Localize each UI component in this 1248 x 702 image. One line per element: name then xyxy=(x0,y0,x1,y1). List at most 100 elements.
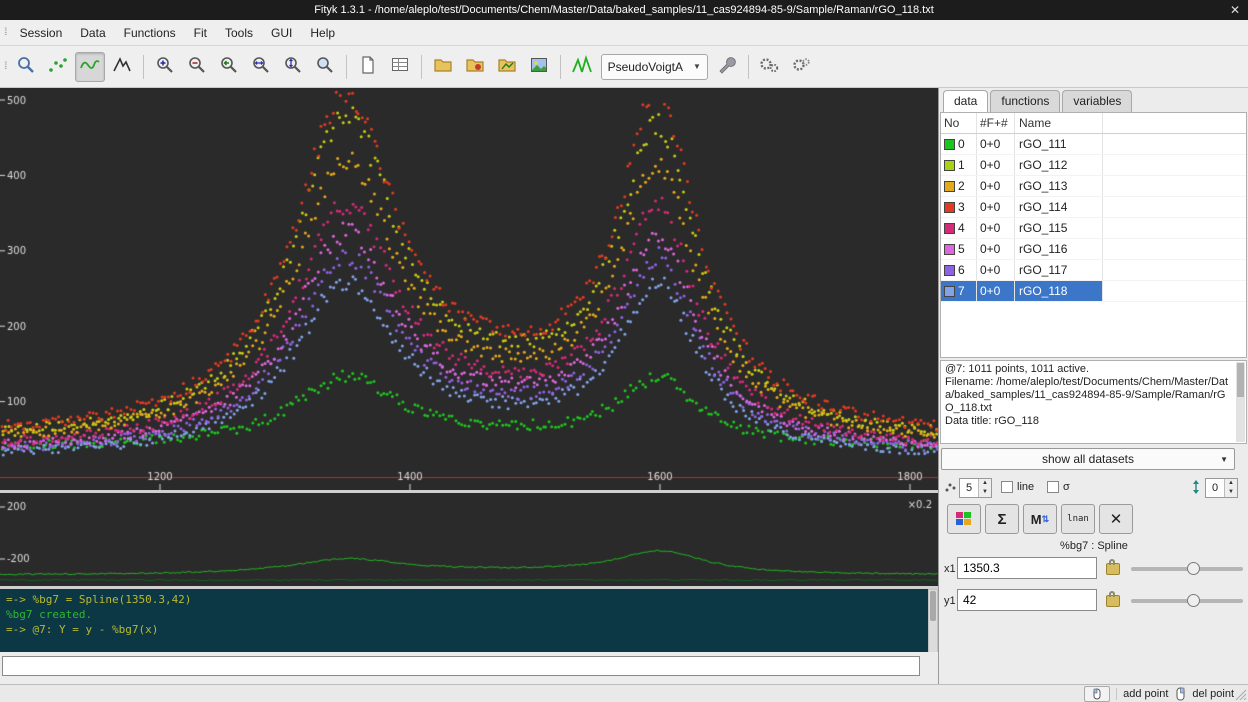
dataset-name: rGO_112 xyxy=(1015,155,1103,175)
y1-slider[interactable] xyxy=(1131,599,1243,603)
auto-add-peak-button[interactable] xyxy=(567,52,597,82)
fit-settings-button[interactable] xyxy=(787,52,817,82)
function-type-select[interactable]: PseudoVoigtA ▼ xyxy=(601,54,708,80)
dataset-row[interactable]: 30+0rGO_114 xyxy=(941,197,1246,218)
show-datasets-select[interactable]: show all datasets ▼ xyxy=(941,448,1235,470)
lock-icon[interactable] xyxy=(1106,563,1120,575)
menu-item-data[interactable]: Data xyxy=(72,23,113,43)
zoom-horizontal-button[interactable] xyxy=(246,52,276,82)
resize-grip-icon[interactable] xyxy=(1233,687,1247,701)
show-datasets-value: show all datasets xyxy=(1042,452,1134,466)
new-session-button[interactable] xyxy=(353,52,383,82)
document-icon xyxy=(358,55,378,78)
zoom-previous-button[interactable] xyxy=(214,52,244,82)
menu-item-tools[interactable]: Tools xyxy=(217,23,261,43)
close-dataset-button[interactable]: ✕ xyxy=(1099,504,1133,534)
dataset-color-swatch[interactable] xyxy=(944,223,955,234)
dataset-row[interactable]: 50+0rGO_116 xyxy=(941,239,1246,260)
menu-item-fit[interactable]: Fit xyxy=(186,23,215,43)
y1-input[interactable] xyxy=(957,589,1097,611)
point-size-spinner[interactable]: 5 ▲▼ xyxy=(959,478,992,498)
mouse-icon xyxy=(1091,688,1103,700)
dataset-buttons: Σ M⇅ lnan ✕ xyxy=(939,504,1248,536)
dataset-color-swatch[interactable] xyxy=(944,286,955,297)
scrollbar-handle[interactable] xyxy=(1237,363,1244,397)
mode-points-button[interactable] xyxy=(43,52,73,82)
tab-variables[interactable]: variables xyxy=(1062,90,1132,112)
sum-datasets-button[interactable]: Σ xyxy=(985,504,1019,534)
lock-icon[interactable] xyxy=(1106,595,1120,607)
image-icon xyxy=(529,55,549,78)
spin-up-icon[interactable]: ▲ xyxy=(979,479,991,488)
dataset-name: rGO_114 xyxy=(1015,197,1103,217)
tab-functions[interactable]: functions xyxy=(990,90,1060,112)
merge-arrow-icon: ⇅ xyxy=(1042,514,1050,525)
zoom-out-button[interactable] xyxy=(182,52,212,82)
dataset-name: rGO_116 xyxy=(1015,239,1103,259)
dataset-color-swatch[interactable] xyxy=(944,160,955,171)
mouse-hint-button[interactable] xyxy=(1084,686,1110,702)
slider-knob[interactable] xyxy=(1187,562,1200,575)
menu-item-functions[interactable]: Functions xyxy=(116,23,184,43)
line-checkbox-label: line xyxy=(1017,481,1034,493)
dataset-row[interactable]: 00+0rGO_111 xyxy=(941,134,1246,155)
function-type-value: PseudoVoigtA xyxy=(608,60,683,74)
command-input[interactable] xyxy=(2,656,920,676)
merge-points-button[interactable]: M⇅ xyxy=(1023,504,1057,534)
dataset-row[interactable]: 10+0rGO_112 xyxy=(941,155,1246,176)
save-image-button[interactable] xyxy=(524,52,554,82)
main-plot-canvas[interactable] xyxy=(0,88,938,490)
mode-peak-button[interactable] xyxy=(107,52,137,82)
mode-line-button[interactable] xyxy=(75,52,105,82)
slider-knob[interactable] xyxy=(1187,594,1200,607)
dataset-row[interactable]: 20+0rGO_113 xyxy=(941,176,1246,197)
open-data-button[interactable] xyxy=(492,52,522,82)
dataset-color-swatch[interactable] xyxy=(944,181,955,192)
dataset-row[interactable]: 70+0rGO_118 xyxy=(941,281,1246,302)
line-checkbox[interactable] xyxy=(1001,481,1013,493)
info-scrollbar[interactable] xyxy=(1236,362,1245,442)
open-file-button[interactable] xyxy=(428,52,458,82)
gears-icon xyxy=(759,55,781,78)
dataset-table-header: No #F+# Name xyxy=(941,113,1246,134)
x1-input[interactable] xyxy=(957,557,1097,579)
dataset-color-swatch[interactable] xyxy=(944,265,955,276)
zoom-all-button[interactable] xyxy=(11,52,41,82)
spin-down-icon[interactable]: ▼ xyxy=(1225,488,1237,497)
x1-slider[interactable] xyxy=(1131,567,1243,571)
column-header-ff: #F+# xyxy=(977,113,1015,133)
close-window-icon[interactable]: ✕ xyxy=(1230,0,1240,20)
zoom-in-button[interactable] xyxy=(150,52,180,82)
sigma-checkbox[interactable] xyxy=(1047,481,1059,493)
menu-item-help[interactable]: Help xyxy=(302,23,343,43)
zoom-vertical-button[interactable] xyxy=(278,52,308,82)
aux-plot-canvas[interactable] xyxy=(0,493,938,586)
zoom-fit-button[interactable] xyxy=(310,52,340,82)
dataset-color-swatch[interactable] xyxy=(944,139,955,150)
delete-nan-button[interactable]: lnan xyxy=(1061,504,1095,534)
shift-spinner[interactable]: 0 ▲▼ xyxy=(1205,478,1238,498)
scrollbar-handle[interactable] xyxy=(930,591,936,621)
dataset-colors-button[interactable] xyxy=(947,504,981,534)
execute-script-button[interactable] xyxy=(460,52,490,82)
point-size-icon xyxy=(944,481,956,496)
tab-data[interactable]: data xyxy=(943,90,988,112)
spin-up-icon[interactable]: ▲ xyxy=(1225,479,1237,488)
run-fit-button[interactable] xyxy=(755,52,785,82)
dataset-row[interactable]: 40+0rGO_115 xyxy=(941,218,1246,239)
toolbar-separator xyxy=(421,55,422,79)
folder-script-icon xyxy=(465,55,485,78)
dataset-color-swatch[interactable] xyxy=(944,202,955,213)
dataset-color-swatch[interactable] xyxy=(944,244,955,255)
toolbar-grip-icon: ⁞⁞ xyxy=(4,61,6,72)
menu-item-gui[interactable]: GUI xyxy=(263,23,300,43)
chevron-down-icon: ▼ xyxy=(693,62,701,71)
define-function-button[interactable] xyxy=(712,52,742,82)
spin-down-icon[interactable]: ▼ xyxy=(979,488,991,497)
dataset-row[interactable]: 60+0rGO_117 xyxy=(941,260,1246,281)
shift-updown-icon[interactable] xyxy=(1191,479,1201,498)
data-editor-button[interactable] xyxy=(385,52,415,82)
menu-bar: ⁞⁞ SessionDataFunctionsFitToolsGUIHelp xyxy=(0,20,1248,46)
console-line: %bg7 created. xyxy=(6,607,922,622)
menu-item-session[interactable]: Session xyxy=(12,23,71,43)
